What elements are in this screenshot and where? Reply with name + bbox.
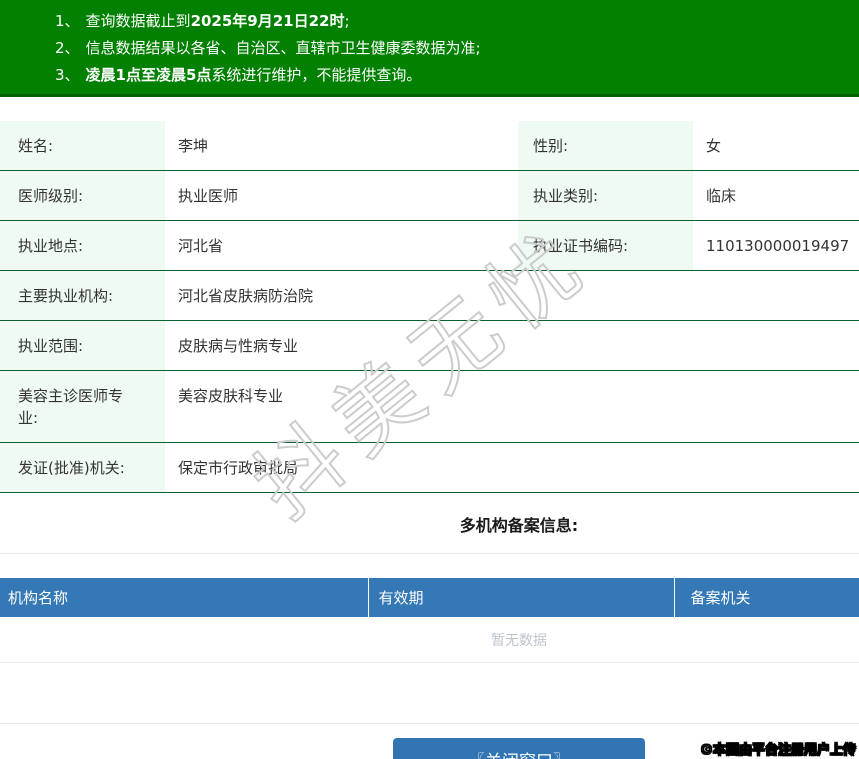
field-label-doctor-level: 医师级别:: [0, 170, 165, 221]
field-value-cosmetic-specialty: 美容皮肤科专业: [165, 370, 859, 443]
registration-table: 机构名称 有效期 备案机关 暂无数据: [0, 578, 859, 663]
upload-stamp-text: ©本图由平台注册用户上传: [699, 743, 857, 759]
field-label-practice-location: 执业地点:: [0, 220, 165, 271]
field-label-name: 姓名:: [0, 121, 165, 171]
notice-line-3: 3、 凌晨1点至凌晨5点系统进行维护，不能提供查询。: [30, 62, 859, 89]
section-title-multi-institution: 多机构备案信息:: [459, 516, 579, 535]
notice-line-1: 1、 查询数据截止到2025年9月21日22时;: [30, 8, 859, 35]
field-label-cosmetic-specialty: 美容主诊医师专业:: [0, 370, 165, 443]
empty-area: [0, 663, 859, 724]
divider: [0, 553, 859, 554]
notice-number: 3、: [55, 66, 80, 84]
field-label-issuing-authority: 发证(批准)机关:: [0, 442, 165, 493]
field-label-certificate-number: 执业证书编码:: [518, 220, 693, 271]
table-row: 执业地点: 河北省 执业证书编码: 110130000019497: [0, 220, 859, 271]
notice-text: ;: [344, 12, 350, 30]
field-value-certificate-number: 110130000019497: [693, 220, 859, 271]
notice-banner: 1、 查询数据截止到2025年9月21日22时; 2、 信息数据结果以各省、自治区、…: [0, 0, 859, 97]
table-row: 发证(批准)机关: 保定市行政审批局: [0, 442, 859, 493]
field-label-gender: 性别:: [518, 121, 693, 171]
field-value-issuing-authority: 保定市行政审批局: [165, 442, 859, 493]
notice-text-bold: 2025年9月21日22时: [190, 12, 345, 30]
query-result-window: 1、 查询数据截止到2025年9月21日22时; 2、 信息数据结果以各省、自治区、…: [0, 0, 859, 759]
notice-number: 2、: [55, 39, 80, 57]
doctor-info-table: 姓名: 李坤 性别: 女 医师级别: 执业医师 执业类别: 临床 执业地点: 河…: [0, 121, 859, 493]
notice-line-2: 2、 信息数据结果以各省、自治区、直辖市卫生健康委数据为准;: [30, 35, 859, 62]
page-content: 1、 查询数据截止到2025年9月21日22时; 2、 信息数据结果以各省、自治区、…: [0, 0, 859, 759]
notice-text: 信息数据结果以各省、自治区、直辖市卫生健康委数据为准;: [85, 39, 481, 57]
field-value-main-institution: 河北省皮肤病防治院: [165, 270, 859, 321]
table-row: 执业范围: 皮肤病与性病专业: [0, 320, 859, 371]
table-row: 主要执业机构: 河北省皮肤病防治院: [0, 270, 859, 321]
field-label-practice-scope: 执业范围:: [0, 320, 165, 371]
column-header-registration-authority: 备案机关: [673, 578, 859, 617]
table-row: 姓名: 李坤 性别: 女: [0, 121, 859, 171]
empty-data-text: 暂无数据: [0, 617, 859, 663]
field-label-main-institution: 主要执业机构:: [0, 270, 165, 321]
table-row: 暂无数据: [0, 617, 859, 663]
notice-text-bold: 凌晨1点至凌晨5点: [85, 66, 212, 84]
field-value-practice-location: 河北省: [165, 220, 518, 271]
field-value-practice-category: 临床: [693, 170, 859, 221]
notice-number: 1、: [55, 12, 80, 30]
notice-text: 系统进行维护，不能提供查询。: [211, 66, 422, 84]
field-value-gender: 女: [693, 121, 859, 171]
column-header-validity-period: 有效期: [367, 578, 674, 617]
field-value-doctor-level: 执业医师: [165, 170, 518, 221]
field-value-name: 李坤: [165, 121, 518, 171]
table-row: 美容主诊医师专业: 美容皮肤科专业: [0, 370, 859, 443]
table-row: 医师级别: 执业医师 执业类别: 临床: [0, 170, 859, 221]
column-header-institution-name: 机构名称: [0, 578, 368, 617]
close-window-button[interactable]: 〖关闭窗口〗: [393, 738, 645, 759]
field-value-practice-scope: 皮肤病与性病专业: [165, 320, 859, 371]
notice-text: 查询数据截止到: [85, 12, 191, 30]
field-label-practice-category: 执业类别:: [518, 170, 693, 221]
registration-table-header: 机构名称 有效期 备案机关: [0, 578, 859, 617]
